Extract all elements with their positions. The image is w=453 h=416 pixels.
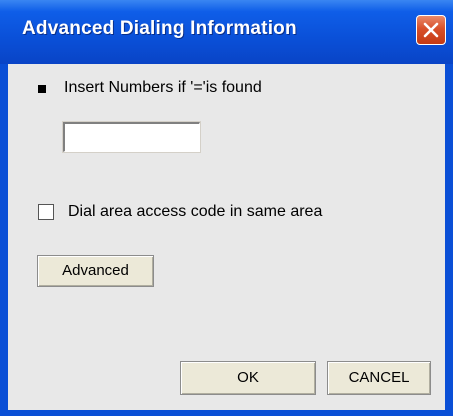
close-button[interactable] — [416, 15, 446, 45]
dialog-body — [8, 64, 445, 410]
ok-button[interactable]: OK — [180, 361, 316, 395]
square-bullet-icon — [38, 85, 46, 93]
close-icon — [423, 22, 439, 38]
window-border-bottom — [0, 410, 453, 416]
advanced-button[interactable]: Advanced — [37, 255, 154, 287]
title-bar[interactable]: Advanced Dialing Information — [0, 0, 453, 64]
dialog-window: Advanced Dialing Information Insert Numb… — [0, 0, 453, 416]
dial-area-access-label[interactable]: Dial area access code in same area — [68, 202, 322, 222]
insert-numbers-label: Insert Numbers if '='is found — [64, 79, 262, 96]
cancel-button[interactable]: CANCEL — [327, 361, 431, 395]
window-border-right — [445, 64, 453, 416]
insert-numbers-input[interactable] — [62, 121, 201, 153]
dial-area-access-checkbox[interactable] — [38, 204, 54, 220]
window-title: Advanced Dialing Information — [22, 18, 297, 39]
